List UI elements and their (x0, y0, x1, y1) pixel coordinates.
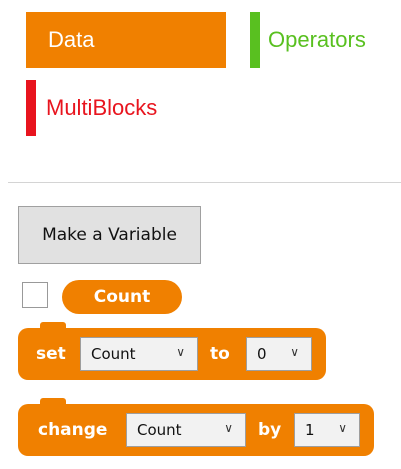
category-operators-label: Operators (268, 27, 366, 52)
blocks-toolbox: Data Operators MultiBlocks Make a Variab… (0, 0, 401, 469)
variable-reporter-block[interactable]: Count (62, 280, 182, 314)
chevron-down-icon: ∨ (176, 345, 185, 359)
change-variable-dropdown[interactable]: Count ∨ (126, 413, 246, 447)
by-keyword: by (258, 420, 282, 440)
category-data[interactable]: Data (26, 12, 226, 68)
chevron-down-icon: ∨ (290, 345, 299, 359)
category-multiblocks-label: MultiBlocks (46, 95, 158, 120)
block-notch (40, 398, 66, 406)
set-variable-block[interactable]: set Count ∨ to 0 ∨ (18, 322, 326, 380)
set-value: 0 (257, 345, 267, 363)
category-multiblocks-color-bar (26, 80, 36, 136)
to-keyword: to (210, 344, 230, 364)
change-keyword: change (38, 420, 108, 440)
chevron-down-icon: ∨ (338, 421, 347, 435)
change-variable-value: Count (137, 421, 182, 439)
category-divider (8, 182, 401, 183)
set-variable-dropdown[interactable]: Count ∨ (80, 337, 198, 371)
category-operators-color-bar (250, 12, 260, 68)
set-value-dropdown[interactable]: 0 ∨ (246, 337, 312, 371)
make-variable-button[interactable]: Make a Variable (18, 206, 201, 264)
set-variable-value: Count (91, 345, 136, 363)
set-keyword: set (36, 344, 66, 364)
block-notch (40, 322, 66, 330)
change-value-dropdown[interactable]: 1 ∨ (294, 413, 360, 447)
change-variable-block[interactable]: change Count ∨ by 1 ∨ (18, 398, 374, 456)
change-value: 1 (305, 421, 315, 439)
category-menu: Data Operators MultiBlocks (0, 0, 401, 182)
category-data-label: Data (48, 27, 95, 52)
variable-monitor-checkbox[interactable] (22, 282, 48, 308)
chevron-down-icon: ∨ (224, 421, 233, 435)
